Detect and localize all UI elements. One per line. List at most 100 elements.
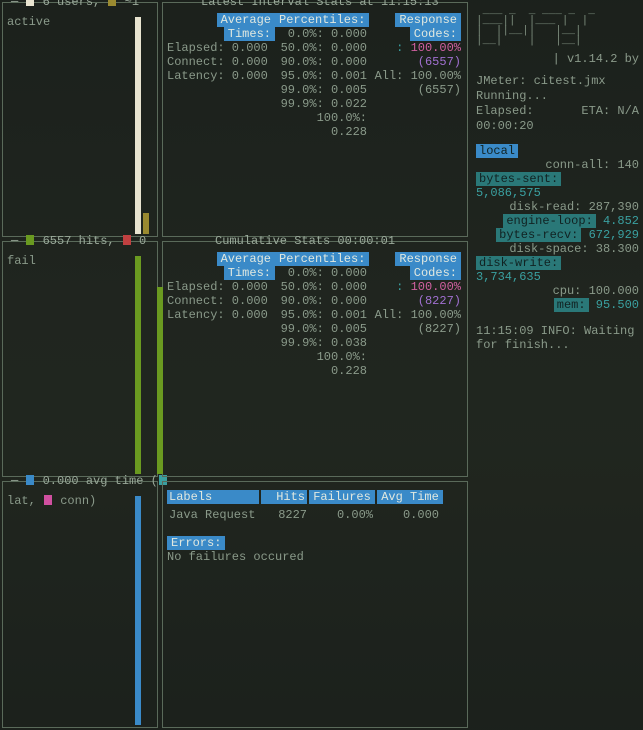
- cumulative-panel: Cumulative Stats 00:00:01 Average Percen…: [162, 241, 468, 476]
- m-conn-val: 140: [617, 158, 639, 172]
- m-dspace-lbl: disk-space:: [509, 242, 588, 256]
- int-p95: 95.0%: 0.001: [275, 69, 371, 83]
- interval-title: Latest Interval Stats at 11:15:13: [201, 0, 439, 9]
- cum-all-pct: All: 100.00%: [371, 308, 461, 322]
- fail-square-icon: [123, 235, 131, 245]
- hits-panel-title: ─ 6557 hits, 0: [11, 234, 146, 248]
- jmeter-file: JMeter: citest.jmx: [476, 74, 639, 89]
- hits-panel: ─ 6557 hits, 0 fail: [2, 241, 158, 476]
- conn-square-icon: [44, 495, 52, 505]
- active-bar: [143, 213, 149, 235]
- int-p99: 99.0%: 0.005: [275, 83, 371, 97]
- m-brecv-val: 672,929: [589, 228, 639, 242]
- int-rc-pct: 100.00%: [411, 41, 461, 55]
- th-avgtime: Avg Time: [377, 490, 443, 504]
- users-count-label: 6 users,: [43, 0, 108, 9]
- cum-elapsed: Elapsed: 0.000: [167, 280, 275, 294]
- users-panel-title: ─ 6 users, ~1: [11, 0, 139, 9]
- hits-bar-area: [135, 256, 153, 473]
- hdr-times: Times:: [224, 27, 275, 41]
- m-dspace-val: 38.300: [596, 242, 639, 256]
- hits-bar: [135, 256, 141, 473]
- cum-p0: 0.0%: 0.000: [275, 266, 371, 280]
- int-rc-count: (6557): [371, 55, 461, 69]
- avg-time-label: 0.000 avg time (: [43, 474, 158, 488]
- hdr-codes: Codes:: [410, 27, 461, 41]
- int-connect: Connect: 0.000: [167, 55, 275, 69]
- local-metrics: local conn-all: 140 bytes-sent: 5,086,57…: [476, 144, 639, 312]
- cum-side-bar: [157, 287, 165, 474]
- middle-column: Latest Interval Stats at 11:15:13 Averag…: [160, 0, 470, 730]
- cum-p95: 95.0%: 0.001: [275, 308, 371, 322]
- int-elapsed: Elapsed: 0.000: [167, 41, 275, 55]
- users-tilde-label: ~1: [125, 0, 139, 9]
- eta-label: ETA: N/A: [581, 104, 639, 119]
- cum-p90: 90.0%: 0.000: [275, 294, 371, 308]
- int-latency: Latency: 0.000: [167, 69, 275, 83]
- users-subtitle: active: [7, 15, 153, 29]
- td-label: Java Request: [167, 508, 259, 522]
- errors-message: No failures occured: [167, 550, 463, 564]
- int-p0: 0.0%: 0.000: [275, 27, 371, 41]
- avg-bar: [135, 496, 141, 725]
- hdr-times2: Times:: [224, 266, 275, 280]
- users-panel: ─ 6 users, ~1 active: [2, 2, 158, 237]
- running-label: Running...: [476, 89, 639, 104]
- cum-p50: 50.0%: 0.000: [275, 280, 371, 294]
- avg-panel: ─ 0.000 avg time ( lat, conn): [2, 481, 158, 728]
- td-fail: 0.00%: [309, 508, 375, 522]
- m-dread-val: 287,390: [589, 200, 639, 214]
- hdr-codes2: Codes:: [410, 266, 461, 280]
- left-column: ─ 6 users, ~1 active ─ 6557 hits, 0 fail: [0, 0, 160, 730]
- m-dread-lbl: disk-read:: [509, 200, 581, 214]
- m-conn-lbl: conn-all:: [545, 158, 610, 172]
- labels-header: Labels Hits Failures Avg Time: [167, 490, 463, 504]
- conn-label: conn): [60, 494, 96, 508]
- int-p90: 90.0%: 0.000: [275, 55, 371, 69]
- right-column: ___ _ _ ___ _ _ |___|| |___ | | | ||__||…: [470, 0, 643, 730]
- th-hits: Hits: [261, 490, 307, 504]
- td-hits: 8227: [259, 508, 309, 522]
- hdr-percentiles: Percentiles:: [275, 13, 369, 27]
- cum-p999: 99.9%: 0.038: [275, 336, 371, 350]
- avg-subtitle: lat, conn): [7, 494, 153, 508]
- avg-panel-title: ─ 0.000 avg time (: [11, 474, 168, 488]
- int-p50: 50.0%: 0.000: [275, 41, 371, 55]
- local-header: local: [476, 144, 518, 158]
- log-line: 11:15:09 INFO: Waiting for finish...: [476, 324, 639, 352]
- m-dwrite-val: 3,734,635: [476, 270, 639, 284]
- th-failures: Failures: [309, 490, 375, 504]
- m-cpu-lbl: cpu:: [553, 284, 582, 298]
- lat-label: lat,: [7, 494, 43, 508]
- int-all-pct: All: 100.00%: [371, 69, 461, 83]
- cumulative-title: Cumulative Stats 00:00:01: [215, 234, 395, 248]
- m-mem-val: 95.500: [596, 298, 639, 312]
- version-label: | v1.14.2 by: [476, 52, 639, 66]
- avg-bar-area: [135, 496, 153, 725]
- m-eloop-lbl: engine-loop:: [503, 214, 595, 228]
- m-mem-lbl: mem:: [554, 298, 589, 312]
- cum-latency: Latency: 0.000: [167, 308, 275, 322]
- labels-panel: Labels Hits Failures Avg Time Java Reque…: [162, 481, 468, 728]
- cum-all-count: (8227): [371, 322, 461, 336]
- interval-grid: Average Percentiles: Response Times: 0.0…: [167, 13, 463, 139]
- m-bsent-val: 5,086,575: [476, 186, 639, 200]
- cum-rc-count: (8227): [371, 294, 461, 308]
- td-avg: 0.000: [375, 508, 441, 522]
- hits-subtitle: fail: [7, 254, 153, 268]
- cum-connect: Connect: 0.000: [167, 294, 275, 308]
- m-eloop-val: 4.852: [603, 214, 639, 228]
- table-row: Java Request 8227 0.00% 0.000: [167, 508, 463, 522]
- users-bar-area: [135, 17, 153, 234]
- interval-panel: Latest Interval Stats at 11:15:13 Averag…: [162, 2, 468, 237]
- th-labels: Labels: [167, 490, 259, 504]
- m-cpu-val: 100.000: [589, 284, 639, 298]
- meta-block: JMeter: citest.jmx Running... Elapsed: E…: [476, 74, 639, 134]
- int-p100: 100.0%: 0.228: [275, 111, 371, 139]
- hdr-response: Response: [395, 13, 461, 27]
- users-square-icon: [26, 0, 34, 6]
- m-bsent-lbl: bytes-sent:: [476, 172, 561, 186]
- hdr-average: Average: [217, 13, 275, 27]
- m-brecv-lbl: bytes-recv:: [496, 228, 581, 242]
- cum-p100: 100.0%: 0.228: [275, 350, 371, 378]
